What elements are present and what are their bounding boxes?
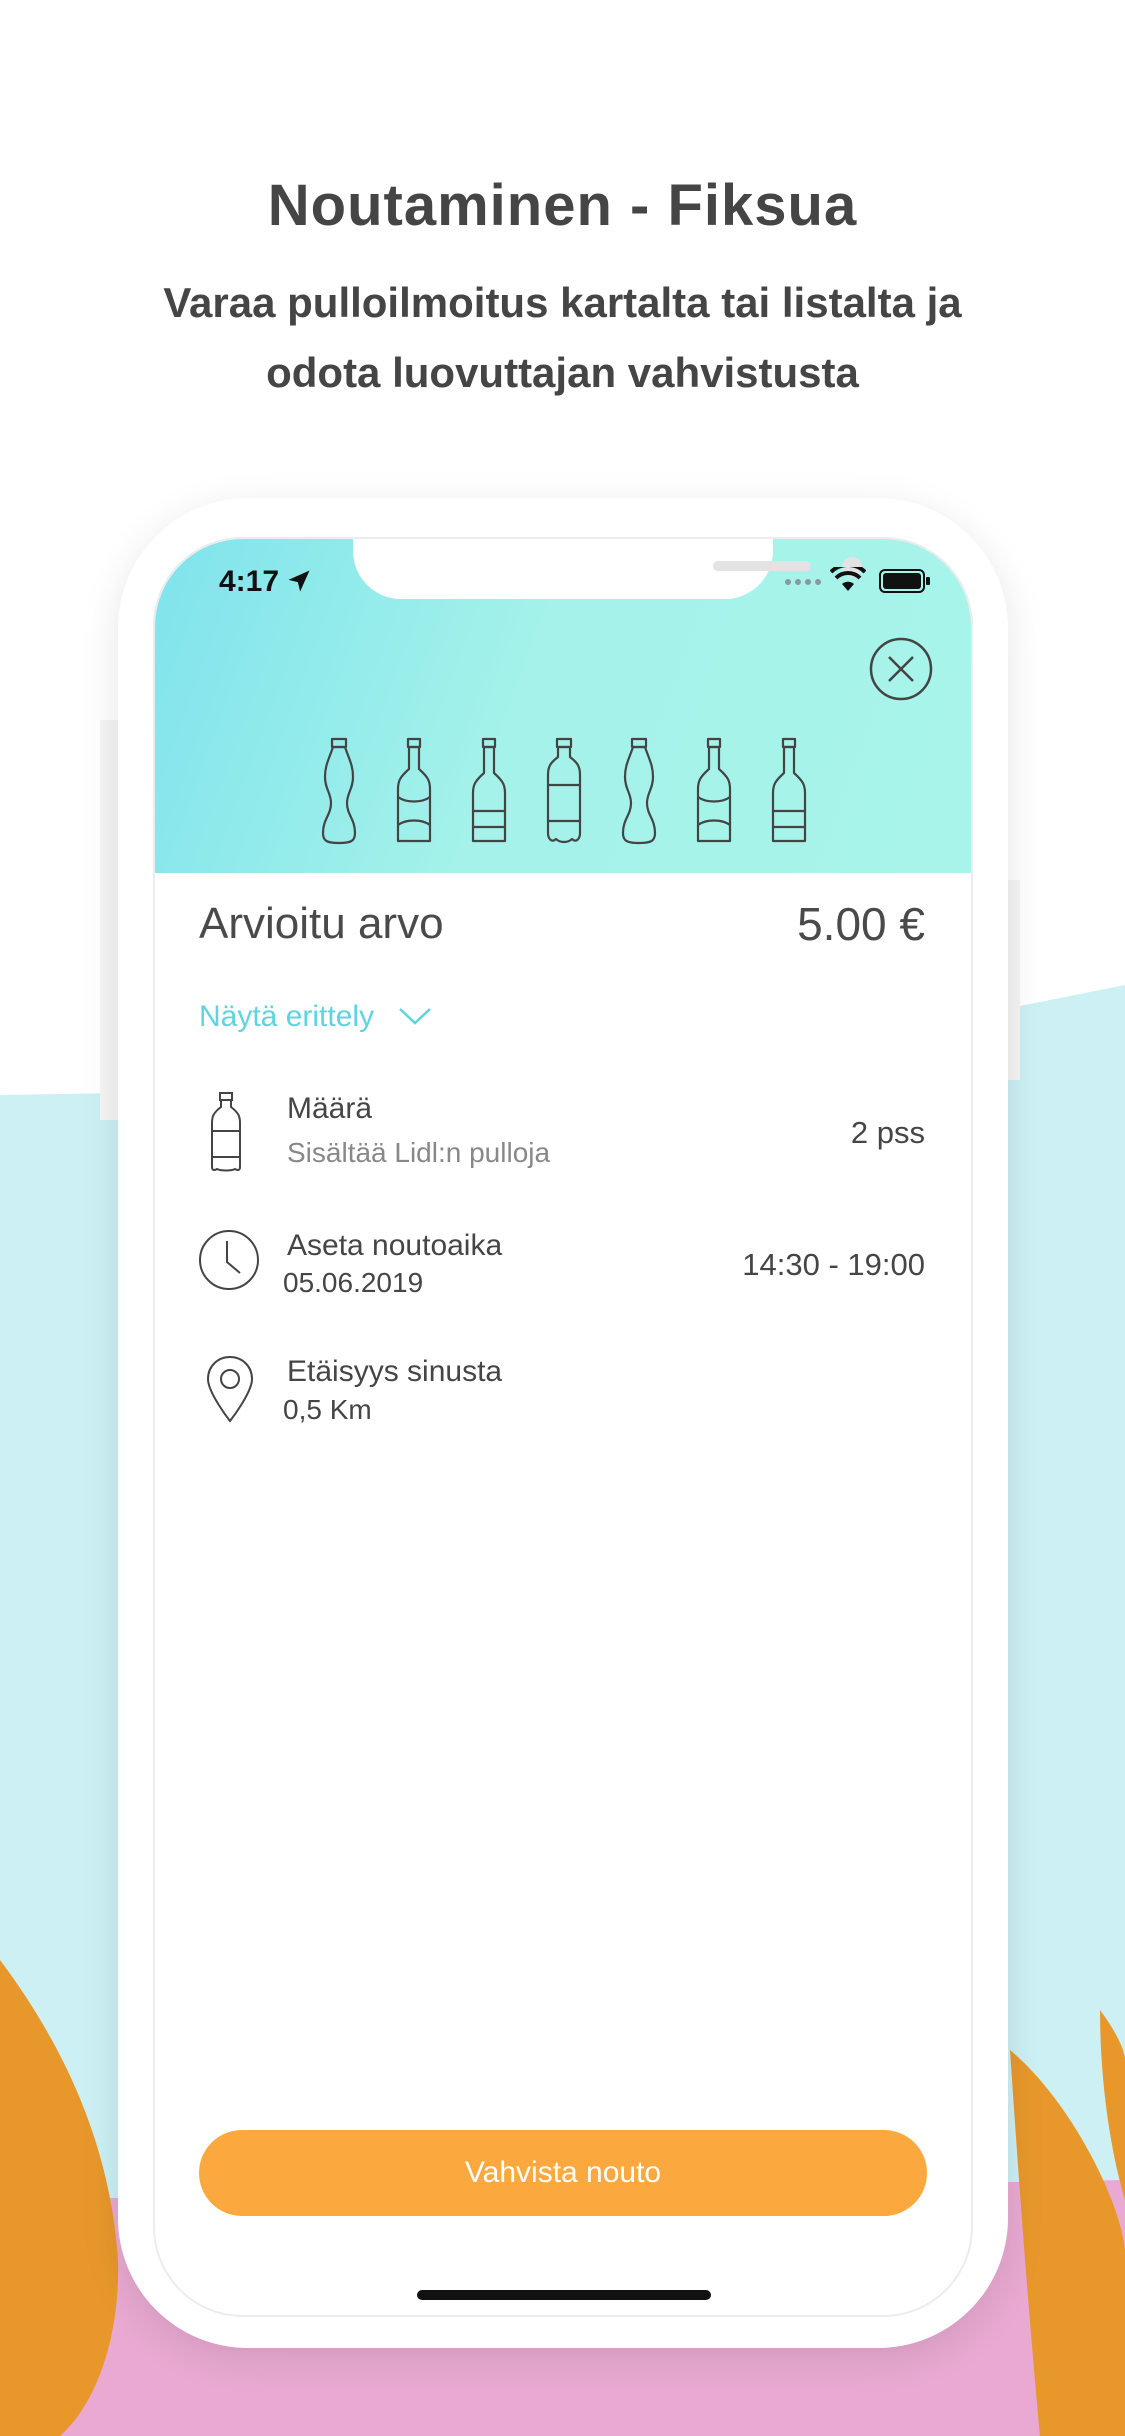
app-screen: 4:17 Arvioitu arvo 5.00 € Näytä erittely… [153, 537, 973, 2317]
quantity-value: 2 pss [850, 1115, 925, 1150]
estimated-value-label: Arvioitu arvo [199, 899, 444, 948]
close-icon[interactable] [869, 637, 933, 701]
distance-value: 0,5 Km [283, 1394, 372, 1425]
pickup-date: 05.06.2019 [283, 1267, 424, 1298]
cellular-signal-icon [785, 579, 821, 585]
location-arrow-icon [288, 570, 310, 592]
status-time: 4:17 [219, 565, 280, 598]
bottle-icon [621, 737, 657, 845]
bottle-icon [546, 737, 582, 844]
pickup-time-range[interactable]: 14:30 - 19:00 [742, 1247, 925, 1283]
battery-icon [879, 569, 930, 593]
show-breakdown-link[interactable]: Näytä erittely [199, 1000, 374, 1034]
home-indicator [417, 2290, 711, 2300]
bottle-icon [696, 737, 732, 843]
device-notch [353, 537, 862, 599]
page-subtitle: Varaa pulloilmoitus kartalta tai listalt… [163, 279, 962, 396]
bottle-icon [211, 1092, 241, 1172]
distance-title: Etäisyys sinusta [287, 1355, 503, 1388]
bottles-illustration [321, 737, 807, 845]
bottle-icon [321, 737, 357, 845]
quantity-subtitle: Sisältää Lidl:n pulloja [287, 1137, 551, 1168]
bottle-icon [771, 737, 807, 843]
bottle-icon [396, 737, 432, 843]
quantity-title: Määrä [287, 1092, 373, 1125]
confirm-pickup-button[interactable]: Vahvista nouto [199, 2130, 927, 2216]
hero-header: 4:17 [153, 537, 973, 873]
wifi-icon [830, 567, 866, 591]
speaker-grille [713, 561, 811, 571]
location-pin-icon [206, 1355, 254, 1423]
chevron-down-icon[interactable] [397, 1003, 433, 1031]
bottle-icon [471, 737, 507, 843]
clock-icon [199, 1230, 259, 1290]
page-title: Noutaminen - Fiksua [267, 173, 858, 238]
estimated-value: 5.00 € [797, 898, 925, 950]
pickup-time-title[interactable]: Aseta noutoaika [287, 1229, 502, 1263]
